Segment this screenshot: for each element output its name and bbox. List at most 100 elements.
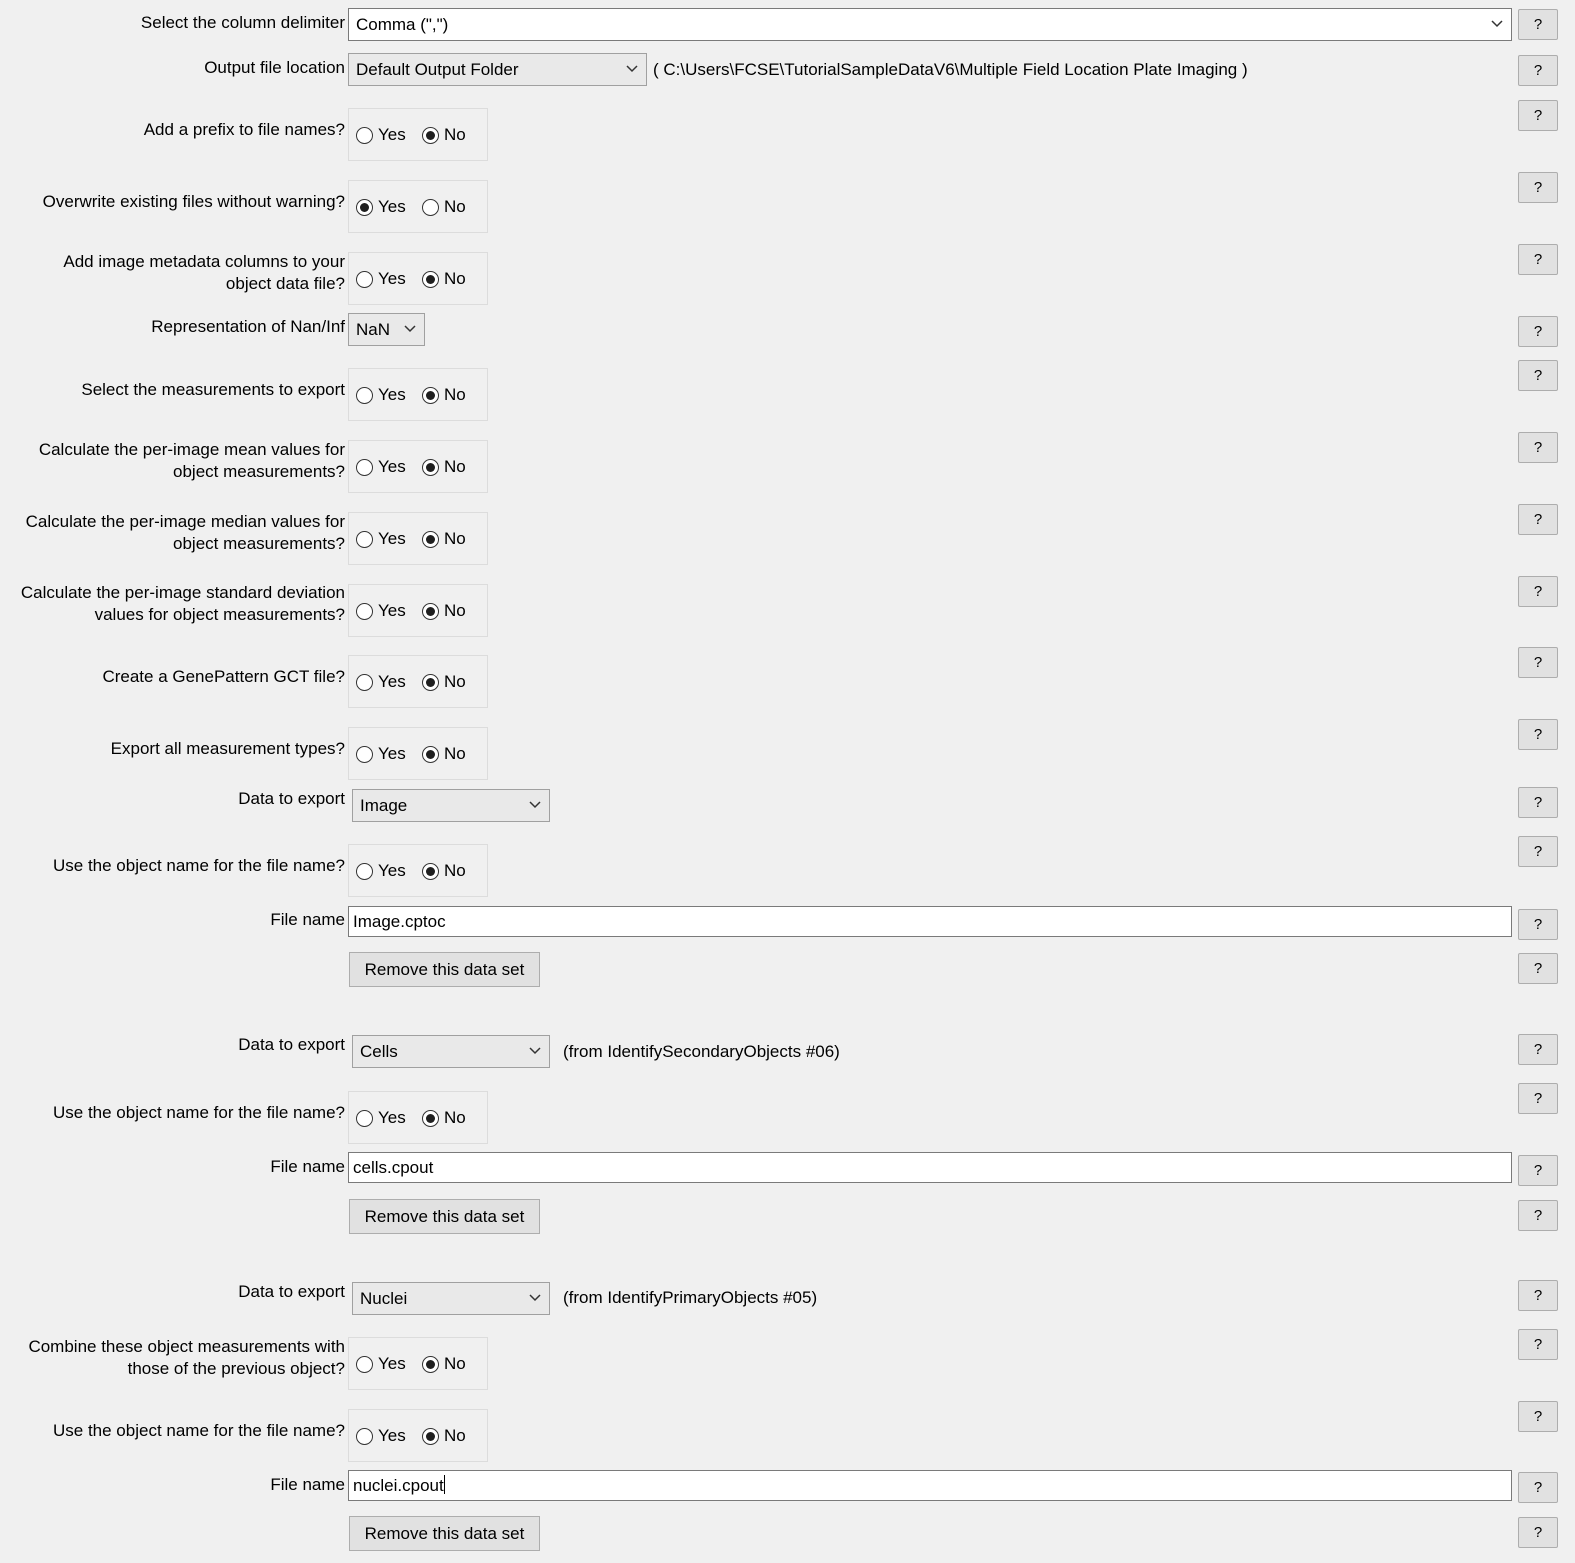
radio-no[interactable]: No — [422, 1353, 466, 1375]
radio-button[interactable] — [356, 270, 373, 288]
radio-yes[interactable]: Yes — [356, 1353, 406, 1375]
radio-button[interactable] — [356, 602, 373, 620]
radio-no-label: No — [444, 197, 466, 216]
radio-yes-label: Yes — [378, 672, 406, 691]
radio-yes-label: Yes — [378, 385, 406, 404]
radio-no[interactable]: No — [422, 600, 466, 622]
radio-button[interactable] — [356, 386, 373, 404]
radio-no[interactable]: No — [422, 671, 466, 693]
help-button-file-name[interactable]: ? — [1518, 909, 1558, 940]
radio-button-checked[interactable] — [422, 126, 439, 144]
radio-button-checked[interactable] — [422, 602, 439, 620]
data-to-export-select[interactable]: Image — [352, 789, 550, 822]
radio-button-checked[interactable] — [422, 1355, 439, 1373]
delimiter-label: Select the column delimiter — [140, 13, 345, 32]
help-button-use-name[interactable]: ? — [1518, 1083, 1558, 1114]
help-button-remove[interactable]: ? — [1518, 953, 1558, 984]
radio-button[interactable] — [356, 745, 373, 763]
radio-yes[interactable]: Yes — [356, 268, 406, 290]
radio-no[interactable]: No — [422, 124, 466, 146]
delimiter-select[interactable]: Comma (",") — [348, 8, 1512, 41]
radio-button-checked[interactable] — [422, 530, 439, 548]
radio-button[interactable] — [356, 862, 373, 880]
radio-yes[interactable]: Yes — [356, 1425, 406, 1447]
radio-yes[interactable]: Yes — [356, 671, 406, 693]
radio-yes[interactable]: Yes — [356, 600, 406, 622]
remove-data-set-button[interactable]: Remove this data set — [349, 952, 540, 987]
radio-yes[interactable]: Yes — [356, 860, 406, 882]
data-to-export-select[interactable]: Cells — [352, 1035, 550, 1068]
help-button-overwrite[interactable]: ? — [1518, 172, 1558, 203]
data-to-export-select[interactable]: Nuclei — [352, 1282, 550, 1315]
file-name-input[interactable]: nuclei.cpout — [348, 1470, 1512, 1501]
radio-yes[interactable]: Yes — [356, 1107, 406, 1129]
help-button-data-export[interactable]: ? — [1518, 1280, 1558, 1311]
radio-button-checked[interactable] — [422, 1109, 439, 1127]
radio-no[interactable]: No — [422, 860, 466, 882]
help-button-remove[interactable]: ? — [1518, 1200, 1558, 1231]
help-button-select-measurements[interactable]: ? — [1518, 360, 1558, 391]
radio-button-checked[interactable] — [422, 386, 439, 404]
radio-button-checked[interactable] — [422, 270, 439, 288]
help-button-use-name[interactable]: ? — [1518, 836, 1558, 867]
remove-data-set-button[interactable]: Remove this data set — [349, 1199, 540, 1234]
radio-no[interactable]: No — [422, 743, 466, 765]
help-button-delimiter[interactable]: ? — [1518, 9, 1558, 40]
radio-yes[interactable]: Yes — [356, 196, 406, 218]
help-button-combine[interactable]: ? — [1518, 1329, 1558, 1360]
radio-button-checked[interactable] — [422, 745, 439, 763]
radio-button[interactable] — [356, 1427, 373, 1445]
radio-no[interactable]: No — [422, 1107, 466, 1129]
data-to-export-label: Data to export — [238, 1282, 345, 1301]
radio-button-checked[interactable] — [422, 862, 439, 880]
radio-button-checked[interactable] — [356, 198, 373, 216]
help-button-file-name[interactable]: ? — [1518, 1155, 1558, 1186]
radio-yes[interactable]: Yes — [356, 124, 406, 146]
radio-button[interactable] — [356, 1109, 373, 1127]
radio-button[interactable] — [356, 1355, 373, 1373]
help-button-median[interactable]: ? — [1518, 504, 1558, 535]
output-location-value: Default Output Folder — [356, 60, 519, 79]
help-button-file-name[interactable]: ? — [1518, 1472, 1558, 1503]
file-name-input[interactable]: cells.cpout — [348, 1152, 1512, 1183]
help-button-nan[interactable]: ? — [1518, 316, 1558, 347]
radio-button[interactable] — [356, 673, 373, 691]
radio-yes[interactable]: Yes — [356, 456, 406, 478]
help-button-data-export[interactable]: ? — [1518, 1034, 1558, 1065]
help-button-metadata[interactable]: ? — [1518, 244, 1558, 275]
output-location-select[interactable]: Default Output Folder — [348, 53, 647, 86]
radio-button[interactable] — [356, 530, 373, 548]
radio-no[interactable]: No — [422, 196, 466, 218]
radio-yes[interactable]: Yes — [356, 384, 406, 406]
radio-yes-label: Yes — [378, 1354, 406, 1373]
file-name-input[interactable]: Image.cptoc — [348, 906, 1512, 937]
help-button-gct[interactable]: ? — [1518, 647, 1558, 678]
radio-no[interactable]: No — [422, 384, 466, 406]
help-button-export-all[interactable]: ? — [1518, 719, 1558, 750]
radio-button-checked[interactable] — [422, 1427, 439, 1445]
nan-select[interactable]: NaN — [348, 313, 425, 346]
radio-button-checked[interactable] — [422, 458, 439, 476]
median-label-line1: Calculate the per-image median values fo… — [25, 512, 345, 531]
help-button-use-name[interactable]: ? — [1518, 1401, 1558, 1432]
help-button-output[interactable]: ? — [1518, 55, 1558, 86]
radio-button-checked[interactable] — [422, 673, 439, 691]
remove-data-set-button[interactable]: Remove this data set — [349, 1516, 540, 1551]
help-button-remove[interactable]: ? — [1518, 1517, 1558, 1548]
radio-yes[interactable]: Yes — [356, 528, 406, 550]
help-button-std[interactable]: ? — [1518, 576, 1558, 607]
file-name-label: File name — [270, 910, 345, 929]
radio-no[interactable]: No — [422, 528, 466, 550]
radio-no[interactable]: No — [422, 1425, 466, 1447]
radio-no-label: No — [444, 744, 466, 763]
radio-button[interactable] — [356, 126, 373, 144]
radio-yes[interactable]: Yes — [356, 743, 406, 765]
select-measurements-radio-group: Yes No — [348, 368, 488, 421]
radio-no[interactable]: No — [422, 456, 466, 478]
help-button-prefix[interactable]: ? — [1518, 100, 1558, 131]
help-button-data-export[interactable]: ? — [1518, 787, 1558, 818]
help-button-mean[interactable]: ? — [1518, 432, 1558, 463]
radio-button[interactable] — [422, 198, 439, 216]
radio-no[interactable]: No — [422, 268, 466, 290]
radio-button[interactable] — [356, 458, 373, 476]
